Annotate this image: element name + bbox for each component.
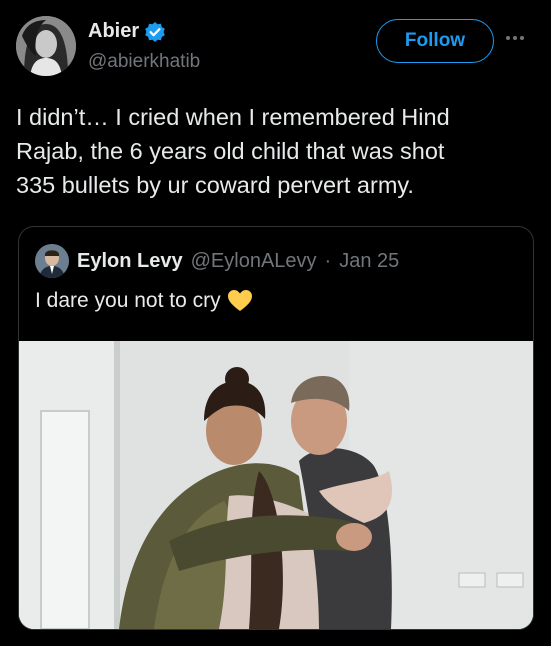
author-name-row: Abier <box>88 20 166 43</box>
yellow-heart-icon <box>227 289 253 313</box>
quote-separator: · <box>324 249 332 272</box>
quote-author-avatar[interactable] <box>35 244 69 278</box>
quote-text-row: I dare you not to cry <box>35 289 253 313</box>
tweet-container: Abier @abierkhatib Follow I didn’t… I cr… <box>0 0 551 646</box>
ellipsis-icon[interactable] <box>506 32 532 44</box>
author-handle[interactable]: @abierkhatib <box>88 51 200 73</box>
quoted-tweet-card[interactable]: Eylon Levy @EylonALevy · Jan 25 I dare y… <box>18 226 534 630</box>
follow-button[interactable]: Follow <box>376 19 494 63</box>
quote-display-name[interactable]: Eylon Levy <box>77 250 183 273</box>
quote-handle[interactable]: @EylonALevy <box>191 250 317 273</box>
tweet-text: I didn’t… I cried when I remembered Hind… <box>16 104 450 198</box>
quote-text: I dare you not to cry <box>35 289 221 312</box>
quote-header: Eylon Levy @EylonALevy · Jan 25 <box>35 244 399 278</box>
quote-date[interactable]: Jan 25 <box>339 250 399 273</box>
verified-badge-icon <box>144 21 166 43</box>
author-avatar[interactable] <box>16 16 76 76</box>
quote-video-media[interactable] <box>19 341 533 629</box>
author-display-name[interactable]: Abier <box>88 20 139 43</box>
avatar-photo-icon <box>16 16 76 76</box>
embrace-photo-image <box>19 341 533 629</box>
